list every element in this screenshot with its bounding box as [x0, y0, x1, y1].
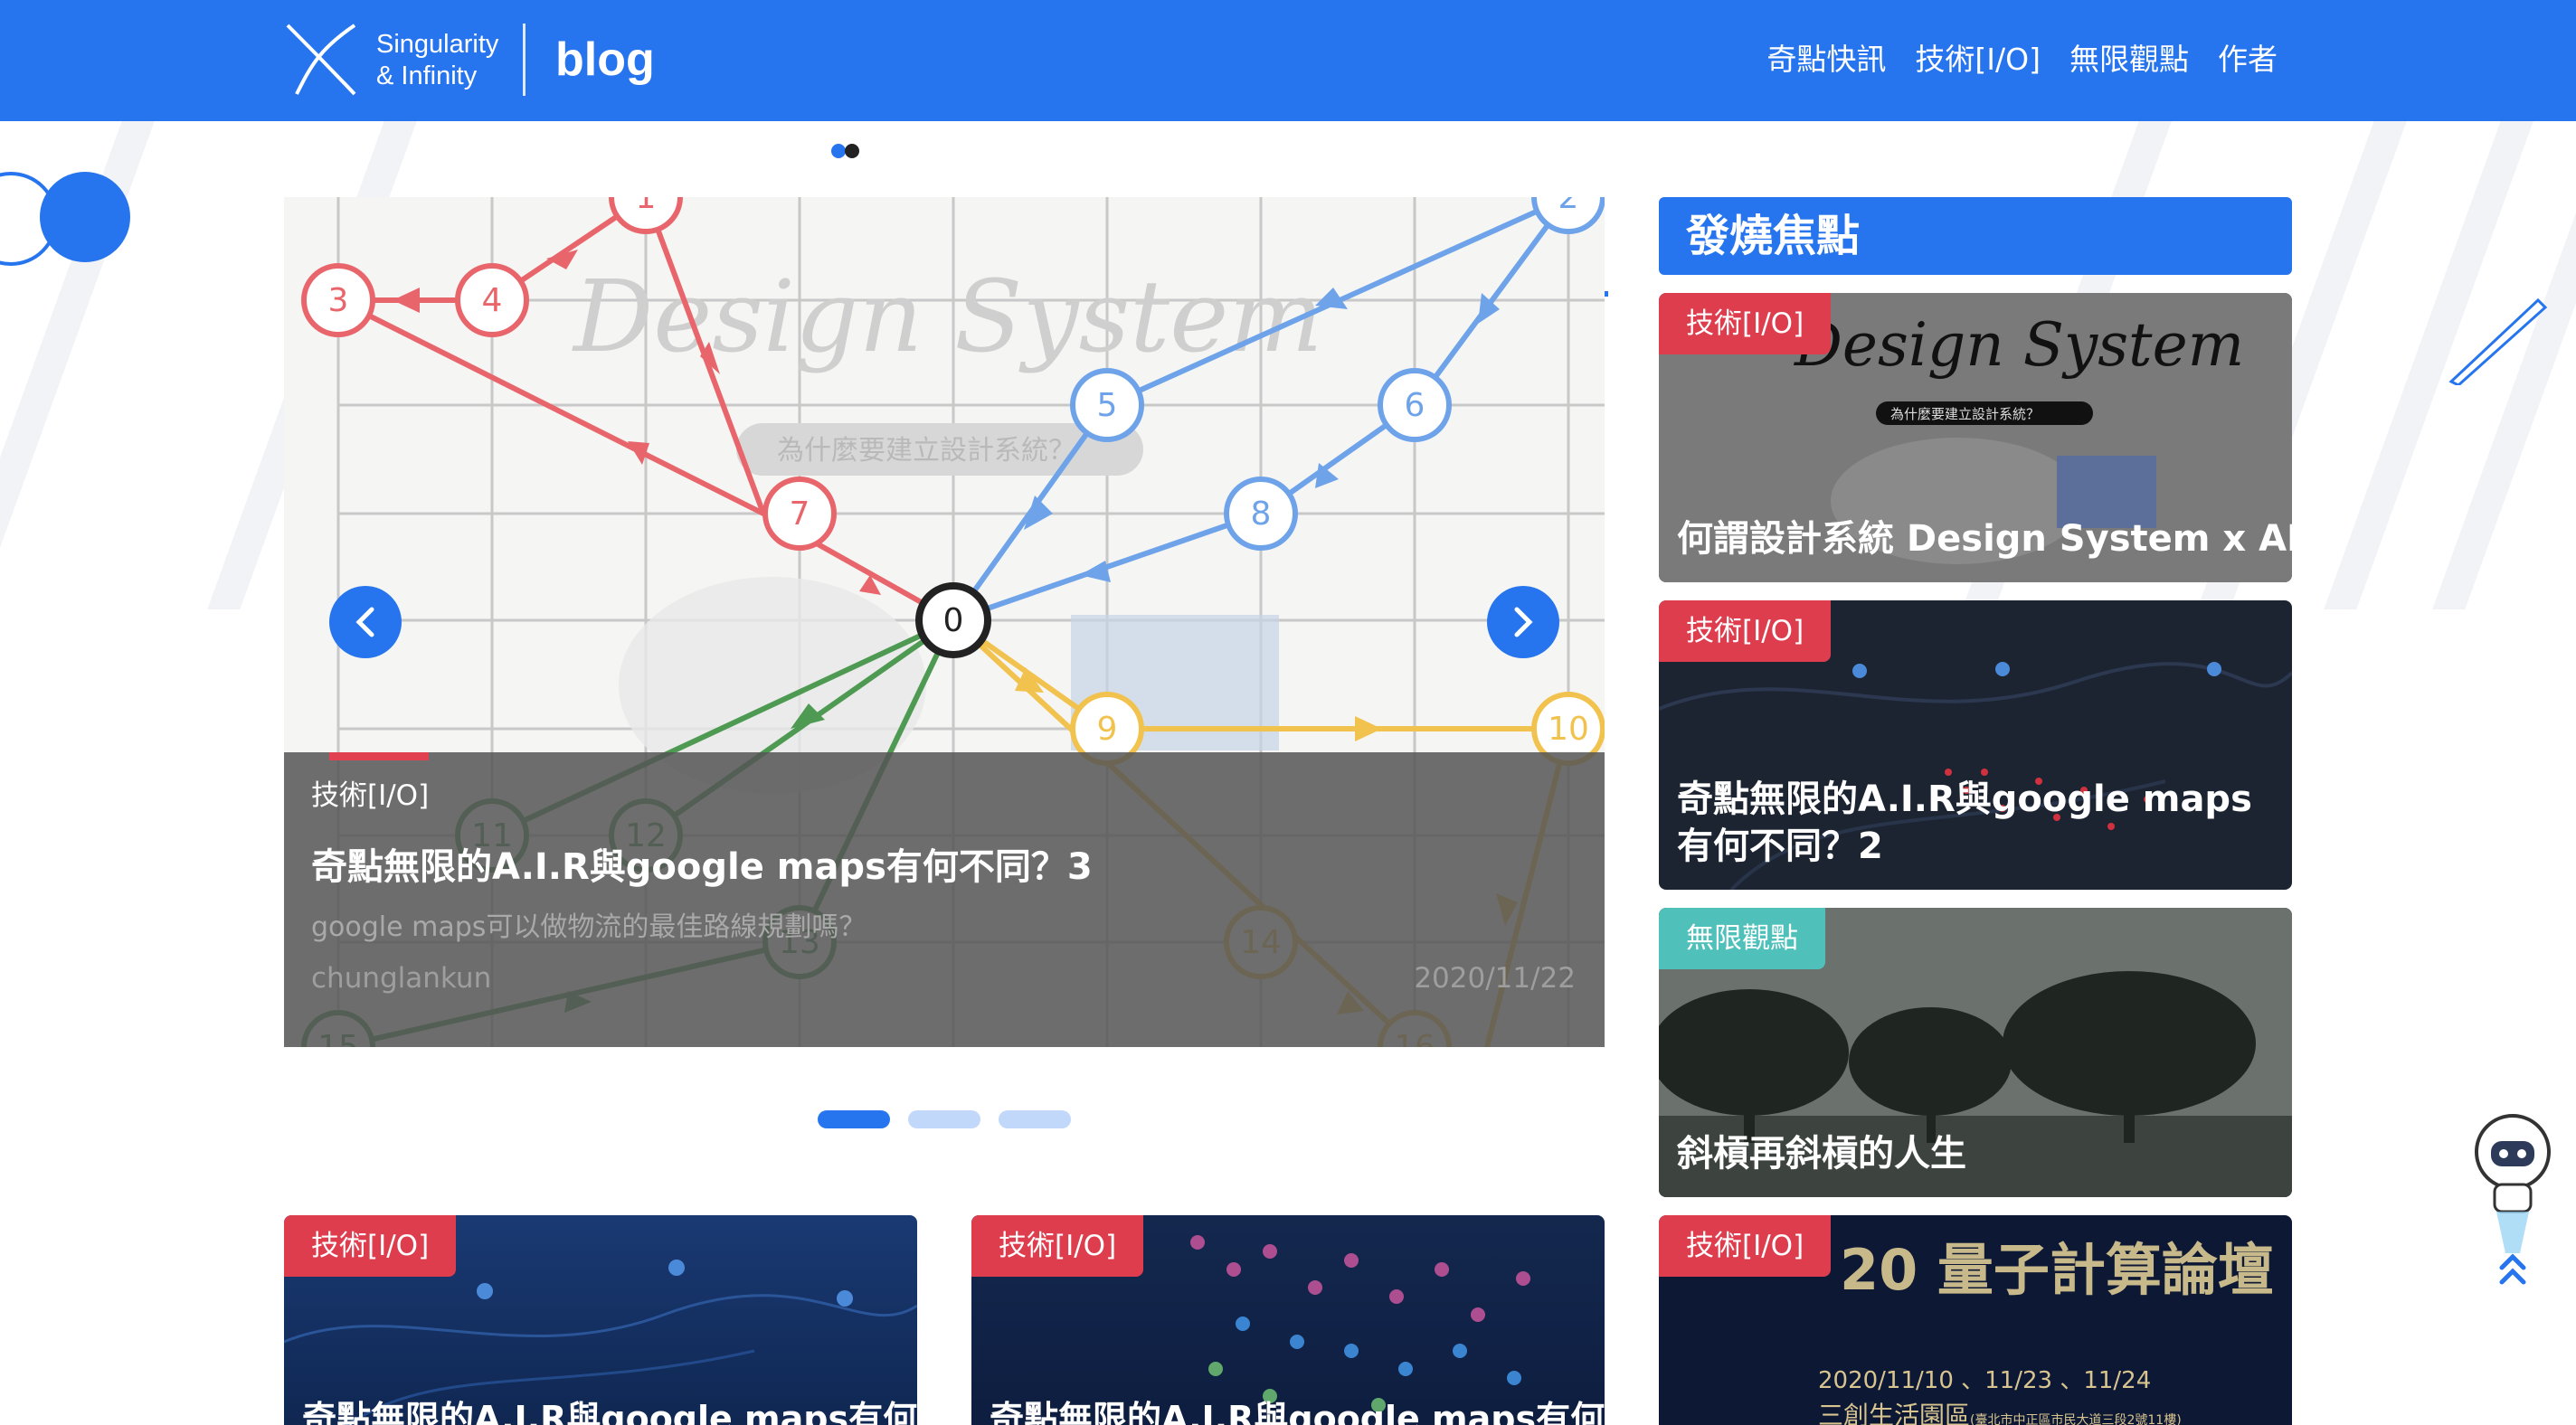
svg-text:3: 3: [328, 282, 349, 319]
decorative-circle-filled: [40, 172, 130, 262]
card-tag[interactable]: 技術[I/O]: [1659, 1215, 1832, 1277]
pager-dot-2[interactable]: [908, 1110, 980, 1128]
svg-text:4: 4: [482, 282, 503, 319]
svg-text:6: 6: [1405, 387, 1425, 424]
route-node: 3: [301, 263, 375, 337]
chevron-right-icon: [1514, 607, 1533, 637]
route-node: 4: [455, 263, 529, 337]
logo-icon[interactable]: [284, 22, 356, 98]
logo-line-2: & Infinity: [376, 61, 478, 90]
article-card[interactable]: 技術[I/O] 奇點無限的A.I.R與google maps有何: [971, 1215, 1605, 1425]
sidebar-header: 發燒焦點: [1659, 197, 2292, 275]
logo-wordmark[interactable]: Singularity & Infinity: [376, 29, 498, 92]
featured-card[interactable]: Design System 為什麼要建立設計系統？ 技術[I/O] 何謂設計系統…: [1659, 293, 2292, 582]
carousel-prev-button[interactable]: [329, 586, 402, 658]
svg-text:0: 0: [943, 602, 964, 639]
caption-description: google maps可以做物流的最佳路線規劃嗎？: [311, 911, 867, 943]
back-to-top-button[interactable]: [2469, 1099, 2556, 1289]
logo-line-1: Singularity: [376, 30, 499, 59]
astronaut-icon: [2475, 1114, 2551, 1253]
banner-address: (臺北市中正區市民大道三段2號11樓): [1970, 1413, 2182, 1425]
route-node: 0: [915, 582, 991, 658]
art-subtitle: 為什麼要建立設計系統？: [777, 435, 1075, 467]
decorative-pen-icon: [2448, 297, 2548, 385]
carousel-caption[interactable]: [284, 752, 1605, 1047]
logo-divider: [523, 24, 526, 96]
route-node: 1: [609, 197, 683, 234]
carousel-next-button[interactable]: [1487, 586, 1559, 658]
banner-venue-name: 三創生活園區: [1818, 1401, 1971, 1425]
featured-card[interactable]: 技術[I/O] 奇點無限的A.I.R與google maps有何不同？2: [1659, 600, 2292, 890]
card-tag[interactable]: 技術[I/O]: [1659, 600, 1832, 662]
caption-author[interactable]: chunglankun: [311, 962, 491, 995]
card-tag[interactable]: 無限觀點: [1659, 908, 1825, 969]
pager-dot-3[interactable]: [999, 1110, 1071, 1128]
caption-tag[interactable]: 技術[I/O]: [311, 772, 429, 813]
art-text: Design System: [1794, 310, 2244, 380]
banner-title: 20 量子計算論壇: [1840, 1237, 2274, 1303]
svg-text:7: 7: [790, 495, 810, 533]
nav-item-tech[interactable]: 技術[I/O]: [1915, 36, 2041, 83]
nav-item-authors[interactable]: 作者: [2218, 36, 2278, 83]
pager-dot-1[interactable]: [818, 1110, 890, 1128]
blog-title[interactable]: blog: [555, 27, 655, 92]
featured-carousel[interactable]: Design System 為什麼要建立設計系統？ 1 2 3 4 5 6 7 …: [284, 197, 1605, 1047]
route-node: 7: [762, 477, 837, 551]
route-node: 6: [1378, 368, 1452, 442]
card-title[interactable]: 奇點無限的A.I.R與google maps有何不同？2: [1677, 776, 2283, 870]
main-nav: 奇點快訊 技術[I/O] 無限觀點 作者: [1766, 36, 2278, 83]
nav-item-news[interactable]: 奇點快訊: [1766, 36, 1886, 83]
banner-dates: 2020/11/10 、11/23 、11/24: [1818, 1367, 2152, 1394]
card-title[interactable]: 奇點無限的A.I.R與google maps有何: [990, 1391, 1605, 1425]
svg-text:8: 8: [1251, 495, 1272, 533]
nav-item-views[interactable]: 無限觀點: [2069, 36, 2189, 83]
svg-text:5: 5: [1097, 387, 1118, 424]
svg-text:2: 2: [1558, 197, 1579, 216]
decorative-dots: [831, 144, 859, 158]
card-title[interactable]: 何謂設計系統 Design System x AIR I: [1677, 515, 2292, 562]
caption-accent-bar: [329, 752, 429, 760]
caption-date: 2020/11/22: [1414, 962, 1576, 995]
featured-card[interactable]: 無限觀點 斜槓再斜槓的人生: [1659, 908, 2292, 1197]
featured-card[interactable]: 20 量子計算論壇 2020/11/10 、11/23 、11/24 三創生活園…: [1659, 1215, 2292, 1425]
top-header: Singularity & Infinity blog 奇點快訊 技術[I/O]…: [0, 0, 2576, 121]
card-tag[interactable]: 技術[I/O]: [284, 1215, 457, 1277]
svg-text:10: 10: [1548, 711, 1589, 748]
carousel-pager: [818, 1110, 1071, 1128]
route-node: 5: [1070, 368, 1144, 442]
banner-venue: 三創生活園區(臺北市中正區市民大道三段2號11樓): [1818, 1396, 2182, 1425]
double-chevron-up-icon: [2499, 1253, 2526, 1285]
card-tag[interactable]: 技術[I/O]: [1659, 293, 1832, 354]
caption-title[interactable]: 奇點無限的A.I.R與google maps有何不同？3: [311, 837, 1093, 890]
svg-text:9: 9: [1097, 711, 1118, 748]
card-title[interactable]: 奇點無限的A.I.R與google maps有何: [302, 1391, 917, 1425]
svg-text:1: 1: [636, 197, 657, 216]
art-subtitle: 為什麼要建立設計系統？: [1890, 406, 2040, 422]
card-tag[interactable]: 技術[I/O]: [971, 1215, 1144, 1277]
card-title[interactable]: 斜槓再斜槓的人生: [1677, 1130, 2283, 1177]
chevron-left-icon: [355, 607, 374, 637]
route-node: 8: [1224, 477, 1298, 551]
sidebar-title: 發燒焦點: [1686, 211, 1861, 261]
article-card[interactable]: 技術[I/O] 奇點無限的A.I.R與google maps有何: [284, 1215, 917, 1425]
